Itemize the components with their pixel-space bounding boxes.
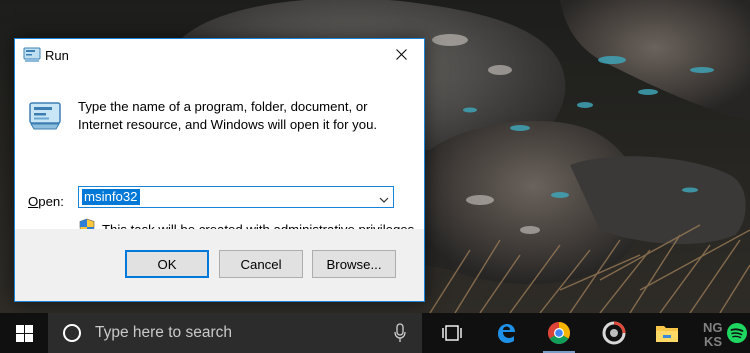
task-view-button[interactable]	[430, 313, 474, 353]
run-app-icon	[23, 47, 41, 63]
ok-button[interactable]: OK	[125, 250, 209, 278]
photoscape-taskbar-button[interactable]	[592, 313, 636, 353]
spotify-taskbar-button[interactable]: NG KS	[700, 313, 750, 353]
task-view-icon	[442, 325, 462, 341]
taskbar-search-box[interactable]: Type here to search	[48, 313, 422, 353]
watermark-text: NG	[703, 320, 723, 335]
chrome-taskbar-button[interactable]	[537, 313, 581, 353]
cancel-button[interactable]: Cancel	[219, 250, 303, 278]
edge-icon	[498, 324, 515, 343]
cortana-icon[interactable]	[63, 324, 81, 342]
dialog-title: Run	[45, 48, 69, 63]
browse-button[interactable]: Browse...	[312, 250, 396, 278]
open-label-accesskey: O	[28, 194, 39, 209]
file-explorer-taskbar-button[interactable]	[645, 313, 689, 353]
run-icon	[28, 101, 62, 131]
windows-logo-icon	[15, 324, 33, 342]
dialog-description: Type the name of a program, folder, docu…	[78, 99, 378, 132]
close-button[interactable]	[378, 39, 424, 70]
search-placeholder[interactable]: Type here to search	[95, 324, 232, 342]
svg-text:KS: KS	[704, 334, 722, 349]
close-icon	[395, 49, 407, 60]
start-button[interactable]	[0, 313, 48, 353]
dialog-content: Type the name of a program, folder, docu…	[15, 72, 424, 237]
open-combobox[interactable]: msinfo32	[78, 186, 394, 208]
open-label-text: pen:	[38, 194, 64, 209]
dialog-button-bar: OK Cancel Browse...	[15, 229, 424, 301]
microphone-icon[interactable]	[394, 323, 406, 343]
open-label: Open:	[28, 194, 64, 209]
photoscape-icon	[602, 321, 626, 345]
title-bar[interactable]: Run	[15, 39, 424, 72]
spotify-icon: NG KS	[703, 320, 747, 349]
open-input-value[interactable]: msinfo32	[82, 189, 140, 205]
chevron-down-icon[interactable]	[379, 192, 389, 203]
file-explorer-icon	[656, 326, 678, 342]
run-dialog: Run Type the name of a program, folder, …	[14, 38, 425, 302]
taskbar: Type here to search NG KS	[0, 313, 750, 353]
chrome-icon	[548, 322, 570, 344]
edge-taskbar-button[interactable]	[484, 313, 528, 353]
